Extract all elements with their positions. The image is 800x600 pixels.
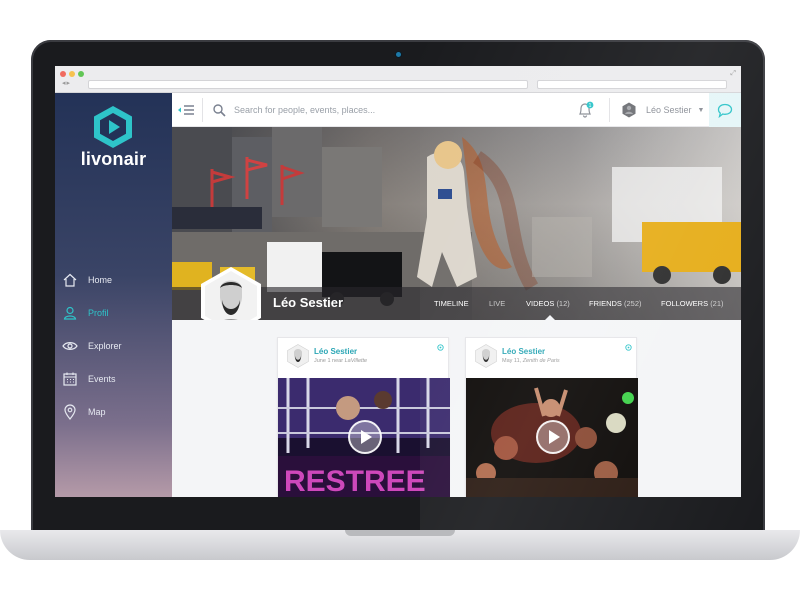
- gear-icon[interactable]: [624, 343, 633, 352]
- sidebar-item-label: Explorer: [88, 341, 122, 351]
- card-place: Zenith de Paris: [522, 358, 560, 364]
- sidebar-item-label: Profil: [88, 308, 109, 318]
- user-menu[interactable]: Léo Sestier ▼: [618, 93, 708, 127]
- logo-text: livonair: [80, 149, 147, 169]
- play-icon: [361, 430, 372, 444]
- card-date: May 11,: [502, 358, 522, 364]
- user-icon: [63, 306, 77, 320]
- video-card-header: Léo Sestier May 11, Zenith de Paris: [466, 338, 638, 378]
- sidebar-item-label: Home: [88, 275, 113, 285]
- divider: [202, 98, 203, 122]
- profile-name: Léo Sestier: [273, 295, 344, 310]
- play-button[interactable]: [348, 420, 382, 454]
- minimize-window-button[interactable]: [69, 71, 75, 77]
- laptop-mockup: ◂▸ ⤢ livonair Home Profil Explorer Event…: [0, 0, 800, 600]
- divider: [609, 98, 610, 122]
- chevron-down-icon: ▼: [697, 106, 705, 114]
- play-icon: [549, 430, 560, 444]
- sidebar-item-map[interactable]: Map: [62, 401, 167, 423]
- card-meta: June 1 near LaVillette: [314, 358, 367, 364]
- graffiti-text: RESTREE: [284, 465, 426, 497]
- tab-label: TIMELINE: [434, 299, 469, 308]
- logo-play-icon: [94, 106, 132, 148]
- sidebar-item-explorer[interactable]: Explorer: [62, 335, 167, 357]
- menu-toggle-icon[interactable]: [177, 102, 195, 118]
- videos-feed: Léo Sestier June 1 near LaVillette RESTR…: [172, 320, 741, 497]
- card-meta: May 11, Zenith de Paris: [502, 358, 560, 364]
- tab-friends[interactable]: FRIENDS (252): [589, 299, 642, 308]
- play-button[interactable]: [536, 420, 570, 454]
- browser-toolbar: ◂▸ ⤢: [55, 66, 741, 93]
- sidebar-item-events[interactable]: Events: [62, 368, 167, 390]
- sidebar-item-label: Map: [88, 407, 106, 417]
- webcam: [396, 52, 401, 57]
- notification-bell-icon[interactable]: 1: [576, 101, 594, 119]
- card-date: June 1 near: [314, 358, 344, 364]
- maximize-window-button[interactable]: [78, 71, 84, 77]
- browser-search-bar[interactable]: [537, 80, 727, 89]
- tab-count: (12): [556, 299, 570, 308]
- map-pin-icon: [64, 404, 76, 420]
- user-avatar-hex: [622, 102, 636, 118]
- tab-label: FOLLOWERS: [661, 299, 709, 308]
- browser-back-forward-icon[interactable]: ◂▸: [62, 79, 71, 87]
- chat-button[interactable]: [709, 93, 741, 127]
- video-thumbnail[interactable]: RESTREE: [278, 378, 450, 497]
- tab-count: (252): [624, 299, 642, 308]
- tab-videos[interactable]: VIDEOS (12): [526, 299, 570, 308]
- gear-icon[interactable]: [436, 343, 445, 352]
- home-icon: [63, 273, 77, 287]
- laptop-base-notch: [345, 530, 455, 536]
- card-avatar: [475, 344, 497, 368]
- search-input[interactable]: [234, 101, 474, 119]
- browser-address-bar[interactable]: [88, 80, 528, 89]
- tab-count: (21): [710, 299, 724, 308]
- card-avatar: [287, 344, 309, 368]
- card-user-name[interactable]: Léo Sestier: [502, 347, 545, 356]
- chat-bubble-icon: [717, 103, 733, 118]
- video-thumbnail[interactable]: [466, 378, 638, 497]
- screen: ◂▸ ⤢ livonair Home Profil Explorer Event…: [55, 66, 741, 497]
- top-bar: 1 Léo Sestier ▼: [172, 93, 741, 127]
- tab-live[interactable]: LIVE: [489, 299, 505, 308]
- card-user-name[interactable]: Léo Sestier: [314, 347, 357, 356]
- video-card[interactable]: Léo Sestier May 11, Zenith de Paris: [465, 337, 638, 497]
- calendar-icon: [63, 372, 77, 386]
- sidebar-item-label: Events: [88, 374, 116, 384]
- tab-timeline[interactable]: TIMELINE: [434, 299, 469, 308]
- eye-icon: [62, 342, 78, 350]
- notification-count: 1: [589, 103, 592, 109]
- tab-label: FRIENDS: [589, 299, 622, 308]
- video-card[interactable]: Léo Sestier June 1 near LaVillette RESTR…: [277, 337, 450, 497]
- close-window-button[interactable]: [60, 71, 66, 77]
- tab-followers[interactable]: FOLLOWERS (21): [661, 299, 724, 308]
- video-card-header: Léo Sestier June 1 near LaVillette: [278, 338, 450, 378]
- search-icon[interactable]: [212, 103, 226, 117]
- sidebar-item-home[interactable]: Home: [62, 269, 167, 291]
- sidebar: livonair Home Profil Explorer Events Map: [55, 93, 172, 497]
- fullscreen-icon[interactable]: ⤢: [730, 70, 736, 78]
- user-name: Léo Sestier: [646, 105, 692, 115]
- tab-label: VIDEOS: [526, 299, 555, 308]
- card-place: LaVillette: [344, 358, 368, 364]
- sidebar-item-profil[interactable]: Profil: [62, 302, 167, 324]
- tab-label: LIVE: [489, 299, 506, 308]
